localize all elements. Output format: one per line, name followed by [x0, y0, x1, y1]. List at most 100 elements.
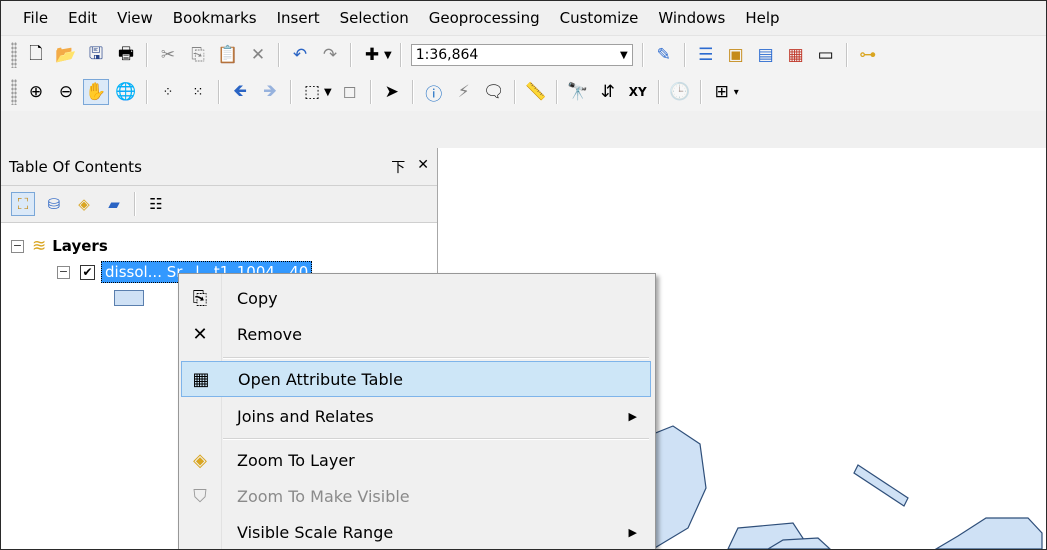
- menu-divider: [223, 357, 649, 359]
- list-by-selection-icon[interactable]: ▰: [103, 193, 125, 215]
- collapse-icon[interactable]: −: [57, 265, 70, 279]
- pin-icon[interactable]: 下: [391, 157, 405, 177]
- menu-insert[interactable]: Insert: [267, 1, 330, 35]
- undo-icon[interactable]: ↶: [287, 42, 313, 68]
- new-document-icon[interactable]: 🗋: [23, 42, 49, 68]
- toolbar-separator: [134, 192, 136, 216]
- time-slider-icon[interactable]: 🕒: [667, 79, 693, 105]
- toolbar-separator: [845, 43, 848, 67]
- identify-icon[interactable]: ⓘ: [421, 79, 447, 105]
- remove-x-icon: ✕: [192, 323, 208, 345]
- modelbuilder-icon[interactable]: ⊶: [855, 42, 881, 68]
- menu-file[interactable]: File: [1, 1, 58, 35]
- toc-title: Table Of Contents: [9, 157, 142, 176]
- find-route-icon[interactable]: ⇵: [595, 79, 621, 105]
- editor-toolbar-icon[interactable]: ✎: [651, 42, 677, 68]
- submenu-arrow-icon: ▶: [628, 525, 637, 539]
- toolbar-separator: [369, 80, 372, 104]
- legend-row[interactable]: [114, 286, 144, 310]
- tools-toolbar: ⊕ ⊖ ✋ 🌐 ⁘ ⁙ 🡸 🡺 ⬚ ▼ ◻ ➤ ⓘ ⚡ 🗨 📏 🔭 ⇵ XY 🕒…: [1, 73, 1046, 111]
- arctoolbox-icon[interactable]: ▦: [783, 42, 809, 68]
- toolbar-separator: [146, 80, 148, 104]
- full-extent-icon[interactable]: 🌐: [113, 79, 139, 105]
- catalog-window-icon[interactable]: ▣: [723, 42, 749, 68]
- close-icon[interactable]: ✕: [417, 157, 429, 177]
- menu-help[interactable]: Help: [735, 1, 789, 35]
- menu-geoprocessing[interactable]: Geoprocessing: [419, 1, 550, 35]
- options-icon[interactable]: ☷: [145, 193, 167, 215]
- save-icon[interactable]: 🖫: [83, 42, 109, 68]
- context-menu-open-attribute-table[interactable]: ▦ Open Attribute Table: [181, 361, 651, 397]
- zoom-in-icon[interactable]: ⊕: [23, 79, 49, 105]
- delete-icon[interactable]: ✕: [245, 42, 271, 68]
- find-icon[interactable]: 🔭: [565, 79, 591, 105]
- measure-icon[interactable]: 📏: [523, 79, 549, 105]
- context-menu-joins-and-relates[interactable]: Joins and Relates ▶: [181, 398, 651, 434]
- chevron-down-icon[interactable]: ▼: [620, 50, 628, 61]
- python-window-icon[interactable]: ▭: [813, 42, 839, 68]
- chevron-down-icon[interactable]: ▼: [324, 87, 332, 98]
- menu-bar: File Edit View Bookmarks Insert Selectio…: [1, 1, 1046, 35]
- context-menu-copy[interactable]: ⎘ Copy: [181, 280, 651, 316]
- html-popup-icon[interactable]: 🗨: [481, 79, 507, 105]
- menu-windows[interactable]: Windows: [648, 1, 735, 35]
- go-to-xy-icon[interactable]: XY: [625, 79, 651, 105]
- paste-icon[interactable]: 📋: [215, 42, 241, 68]
- hyperlink-icon[interactable]: ⚡: [451, 79, 477, 105]
- map-polygon: [853, 464, 909, 507]
- pan-icon[interactable]: ✋: [83, 79, 109, 105]
- collapse-icon[interactable]: −: [11, 239, 24, 253]
- context-menu-zoom-to-layer[interactable]: ◈ Zoom To Layer: [181, 442, 651, 478]
- clear-selection-icon[interactable]: ◻: [337, 79, 363, 105]
- toolbar-grip[interactable]: [11, 42, 17, 68]
- search-window-icon[interactable]: ▤: [753, 42, 779, 68]
- copy-icon: ⎘: [192, 287, 208, 309]
- select-elements-icon[interactable]: ➤: [379, 79, 405, 105]
- toolbar-separator: [411, 80, 414, 104]
- list-by-drawing-order-icon[interactable]: ⛶: [11, 192, 35, 216]
- chevron-down-icon[interactable]: ▼: [384, 50, 392, 61]
- forward-icon[interactable]: 🡺: [257, 79, 283, 105]
- context-menu-label: Copy: [237, 288, 278, 308]
- context-menu-zoom-to-make-visible[interactable]: ⛉ Zoom To Make Visible: [181, 478, 651, 514]
- menu-divider: [223, 438, 649, 440]
- attribute-table-icon: ▦: [192, 368, 210, 390]
- menu-view[interactable]: View: [107, 1, 163, 35]
- fixed-zoom-in-icon[interactable]: ⁘: [155, 79, 181, 105]
- create-viewer-icon[interactable]: ⊞: [709, 79, 735, 105]
- layer-visibility-checkbox[interactable]: ✔: [80, 264, 95, 280]
- layers-root-label: Layers: [52, 237, 108, 255]
- fixed-zoom-out-icon[interactable]: ⁙: [185, 79, 211, 105]
- print-icon[interactable]: 🖶: [113, 42, 139, 68]
- context-menu-remove[interactable]: ✕ Remove: [181, 316, 651, 352]
- layers-root-row[interactable]: − ≋ Layers: [11, 234, 108, 258]
- toolbar-separator: [350, 43, 352, 67]
- toolbar-options-icon[interactable]: ▾: [734, 87, 739, 98]
- add-data-icon[interactable]: ✚: [359, 42, 385, 68]
- zoom-out-icon[interactable]: ⊖: [53, 79, 79, 105]
- layer-context-menu: ⎘ Copy ✕ Remove ▦ Open Attribute Table J…: [178, 273, 656, 549]
- select-features-icon[interactable]: ⬚: [299, 79, 325, 105]
- open-folder-icon[interactable]: 📂: [53, 42, 79, 68]
- layers-stack-icon: ≋: [32, 236, 47, 256]
- list-by-visibility-icon[interactable]: ◈: [73, 193, 95, 215]
- map-scale-combobox[interactable]: 1:36,864 ▼: [410, 44, 633, 66]
- toolbar-separator: [399, 43, 402, 67]
- context-menu-label: Joins and Relates: [237, 406, 374, 426]
- cut-icon[interactable]: ✂: [155, 42, 181, 68]
- toolbar-grip[interactable]: [11, 79, 17, 105]
- menu-bookmarks[interactable]: Bookmarks: [163, 1, 267, 35]
- map-polygon: [934, 517, 1043, 549]
- menu-customize[interactable]: Customize: [550, 1, 649, 35]
- copy-icon[interactable]: ⎘: [185, 42, 211, 68]
- toolbar-separator: [278, 43, 280, 67]
- list-by-source-icon[interactable]: ⛁: [43, 193, 65, 215]
- menu-edit[interactable]: Edit: [58, 1, 107, 35]
- toc-window-icon[interactable]: ☰: [693, 42, 719, 68]
- context-menu-visible-scale-range[interactable]: Visible Scale Range ▶: [181, 514, 651, 549]
- redo-icon[interactable]: ↷: [317, 42, 343, 68]
- menu-selection[interactable]: Selection: [330, 1, 419, 35]
- back-icon[interactable]: 🡸: [227, 79, 253, 105]
- polygon-symbol-patch[interactable]: [114, 290, 144, 306]
- toolbar-separator: [699, 80, 702, 104]
